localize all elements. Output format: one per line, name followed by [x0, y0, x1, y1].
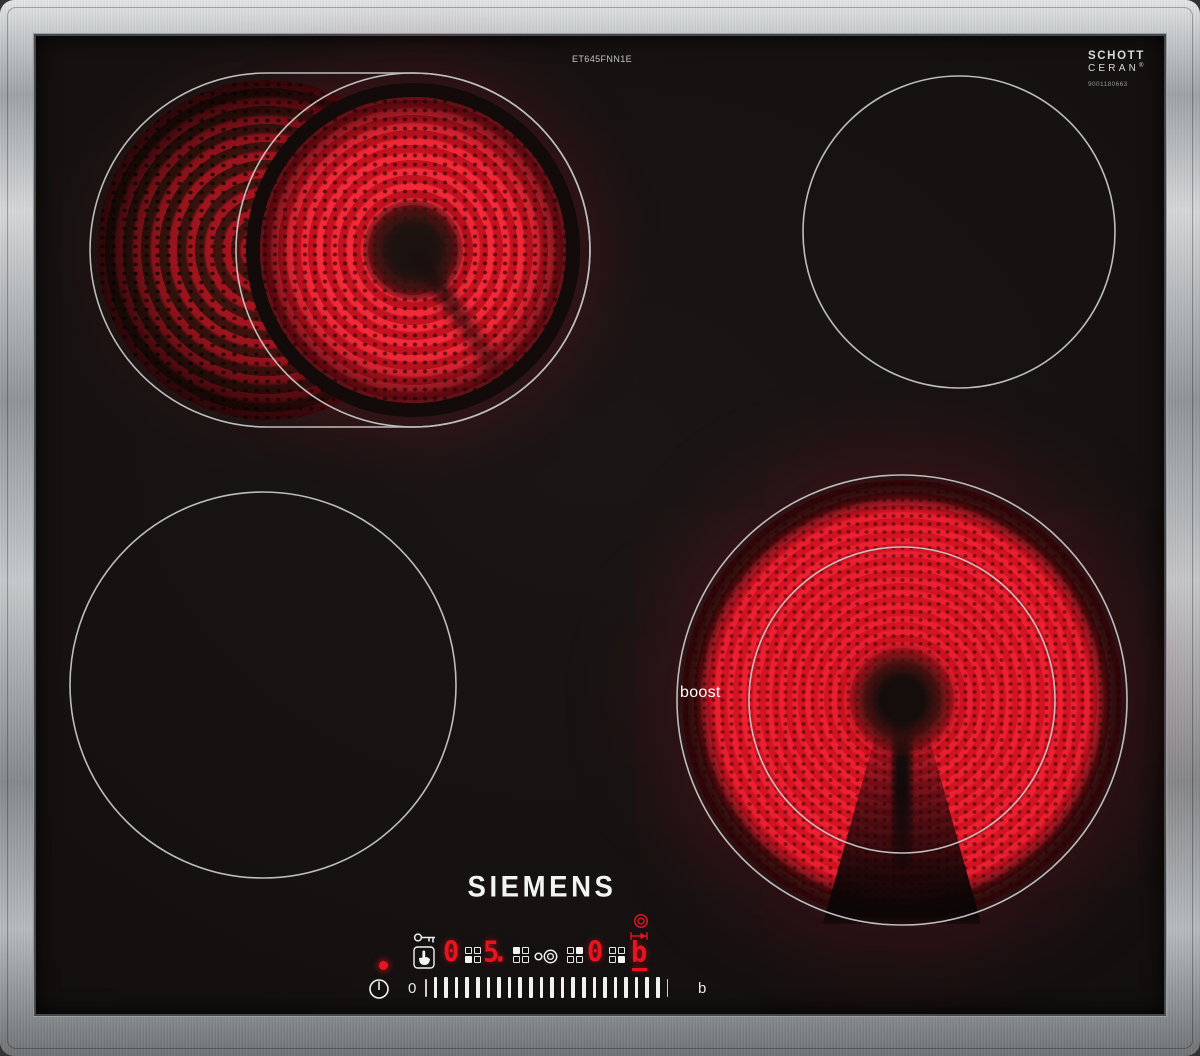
slider-max-label: b — [698, 980, 707, 997]
slider-tick[interactable] — [425, 978, 427, 997]
display-front-left-level: 0 — [443, 936, 460, 969]
display-front-right-level: b — [631, 936, 648, 969]
slider-tick[interactable] — [634, 977, 639, 998]
slider-tick[interactable] — [560, 977, 565, 998]
front-left-zone-outline — [69, 491, 457, 879]
rear-right-zone-outline — [802, 75, 1116, 389]
rear-left-stadium-outline — [89, 72, 591, 428]
dual-ring-icon — [634, 914, 648, 928]
power-icon[interactable] — [367, 977, 391, 1001]
slider-tick[interactable] — [581, 977, 586, 998]
slider-tick[interactable] — [571, 977, 575, 998]
slider-tick[interactable] — [433, 977, 438, 998]
boost-display-underline — [632, 968, 647, 971]
slider-tick[interactable] — [507, 977, 512, 998]
rear-left-circle-outline — [235, 72, 591, 428]
ceran-glass-surface: boost ET645FNN1E SCHOTT CERAN® 900118066… — [36, 36, 1164, 1014]
schott-line: SCHOTT — [1088, 50, 1145, 62]
slider-tick[interactable] — [486, 977, 491, 998]
hob-steel-frame: boost ET645FNN1E SCHOTT CERAN® 900118066… — [0, 0, 1200, 1056]
slider-tick[interactable] — [624, 977, 628, 998]
slider-tick[interactable] — [475, 977, 480, 998]
zone-outline-graphics — [69, 72, 1128, 926]
hand-touch-icon — [413, 946, 435, 969]
slider-tick[interactable] — [645, 977, 650, 998]
power-indicator-dot — [379, 961, 388, 970]
registered-mark: ® — [1139, 63, 1144, 70]
front-right-inner-outline — [748, 546, 1056, 854]
zone-select-rear-left[interactable] — [513, 947, 530, 964]
slider-tick[interactable] — [656, 977, 660, 998]
zone-select-rear-right[interactable] — [567, 947, 584, 964]
siemens-logo: SIEMENS — [467, 870, 617, 904]
slider-tick[interactable] — [465, 977, 469, 998]
slider-tick[interactable] — [528, 977, 533, 998]
display-rear-left-level: 5. — [483, 936, 508, 969]
key-lock-icon — [413, 933, 435, 943]
display-rear-right-level: 0 — [587, 936, 604, 969]
model-number: ET645FNN1E — [572, 54, 633, 64]
slider-tick[interactable] — [603, 977, 607, 998]
slider-tick[interactable] — [613, 977, 618, 998]
slider-tick[interactable] — [539, 977, 544, 998]
slider-tick[interactable] — [592, 977, 597, 998]
slider-tick[interactable] — [454, 977, 459, 998]
slider-tick[interactable] — [550, 977, 554, 998]
zone-select-front-right[interactable] — [609, 947, 626, 964]
dual-zone-icon[interactable] — [532, 949, 559, 964]
zone-select-front-left[interactable] — [465, 947, 482, 964]
glass-serial-number: 9001180663 — [1088, 80, 1128, 88]
slider-min-label: 0 — [408, 980, 417, 997]
boost-zone-label: boost — [680, 684, 721, 701]
child-lock-control[interactable] — [413, 932, 437, 969]
power-level-slider[interactable] — [425, 977, 669, 998]
schott-ceran-mark: SCHOTT CERAN® 9001180663 — [1088, 50, 1168, 88]
slider-tick[interactable] — [497, 977, 501, 998]
slider-tick[interactable] — [666, 978, 669, 997]
front-right-outer-outline — [676, 474, 1128, 926]
slider-tick[interactable] — [518, 977, 522, 998]
ceran-line: CERAN® — [1088, 63, 1144, 75]
slider-tick[interactable] — [444, 977, 448, 998]
